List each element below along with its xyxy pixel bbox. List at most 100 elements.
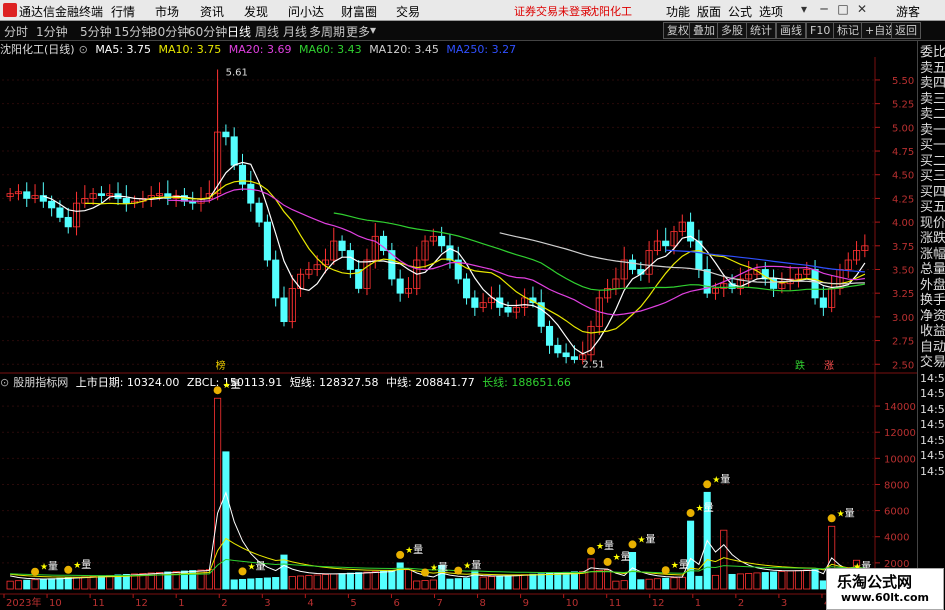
more-chevron-icon[interactable]: ▾ [370, 23, 376, 37]
volume-bar [214, 397, 222, 590]
star-icon: ★ [40, 563, 48, 573]
signal-label: 量 [621, 551, 631, 563]
tab-60min[interactable]: 60分钟 [188, 23, 227, 40]
rise-tag: 涨 [824, 360, 834, 372]
close-icon[interactable]: ✕ [855, 2, 869, 16]
price-tick-label: 4.75 [892, 147, 914, 158]
volume-bar [429, 579, 437, 590]
restore-icon[interactable]: □ [836, 2, 850, 16]
chart-canvas[interactable]: 5.50 5.25 5.00 4.75 4.50 4.25 4.00 3.75 3.50 3.25… [0, 57, 917, 609]
money-bag-icon [686, 509, 695, 518]
stock-name-label[interactable]: 沈阳化工(日线) [0, 43, 75, 56]
volume-bar [238, 578, 247, 590]
login-warning[interactable]: 证券交易未登录 [514, 3, 591, 19]
tab-more[interactable]: 更多 [346, 23, 370, 40]
candle-body [338, 240, 346, 251]
signal-label: 量 [48, 561, 58, 573]
low-label: 2.51 [582, 359, 604, 370]
tab-30min[interactable]: 30分钟 [150, 23, 189, 40]
volume-bar [612, 580, 620, 590]
time-tick-label: 12 [135, 598, 148, 609]
tab-5min[interactable]: 5分钟 [80, 23, 112, 40]
menu-news[interactable]: 资讯 [200, 3, 224, 20]
draw-button[interactable]: 画线 [776, 22, 806, 39]
menu-trade[interactable]: 交易 [396, 3, 420, 20]
volume-bar [14, 580, 22, 590]
menu-exchange[interactable]: 市场 [155, 3, 179, 20]
tab-multi-period[interactable]: 多周期 [309, 23, 345, 40]
quote-label: 涨跌 [920, 231, 945, 246]
quote-label: 卖一 [920, 122, 945, 138]
star-icon: ★ [712, 475, 720, 485]
guest-label[interactable]: 游客 [896, 3, 920, 20]
volume-bar [778, 571, 786, 590]
star-icon: ★ [638, 535, 646, 545]
stock-tag: 沈阳化工 [588, 5, 632, 18]
star-icon: ★ [247, 562, 255, 572]
volume-bar [512, 574, 520, 590]
candle-body [280, 297, 288, 323]
volume-bar [421, 580, 429, 590]
signal-label: 量 [231, 379, 241, 391]
volume-bar [620, 580, 628, 590]
stats-button[interactable]: 统计 [746, 22, 776, 39]
price-tick-label: 2.50 [892, 360, 914, 371]
volume-bar [396, 562, 404, 590]
menu-ask[interactable]: 问小达 [288, 3, 324, 20]
overlay-button[interactable]: 叠加 [689, 22, 719, 39]
quote-label: 净资 [920, 308, 945, 324]
menu-options[interactable]: 选项 [759, 3, 783, 20]
quote-label: 外盘 [920, 277, 945, 293]
tab-monthly[interactable]: 月线 [283, 23, 307, 40]
menu-formula[interactable]: 公式 [728, 3, 752, 20]
volume-bar [380, 570, 388, 590]
volume-bar [6, 580, 14, 590]
money-bag-icon [238, 567, 247, 576]
signal-label: 量 [255, 560, 265, 572]
multi-stock-button[interactable]: 多股 [717, 22, 747, 39]
candle-body [346, 250, 354, 270]
money-bag-icon [661, 566, 670, 575]
volume-bar [529, 573, 537, 590]
star-icon: ★ [405, 546, 413, 556]
volume-bar [305, 575, 313, 590]
menu-layout[interactable]: 版面 [697, 3, 721, 20]
volume-bar [23, 579, 31, 590]
f10-button[interactable]: F10 [806, 22, 835, 39]
volume-bar [338, 573, 346, 590]
volume-bar [346, 572, 354, 590]
volume-bar [670, 577, 678, 590]
volume-bar [637, 579, 645, 590]
ma250-label: MA250: 3.27 [446, 43, 517, 56]
back-button[interactable]: 返回 [891, 22, 921, 39]
signal-label: 量 [720, 473, 730, 485]
ma-line [43, 161, 866, 355]
ma60-label: MA60: 3.43 [298, 43, 362, 56]
volume-tick-label: 6000 [884, 507, 909, 518]
tab-15min[interactable]: 15分钟 [114, 23, 153, 40]
tab-intraday[interactable]: 分时 [4, 23, 28, 40]
star-icon: ★ [430, 564, 438, 574]
legend-toggle-icon[interactable]: ⊙ [79, 43, 88, 56]
mark-button[interactable]: 标记 [833, 22, 863, 39]
dropdown-icon[interactable]: ▾ [797, 2, 811, 16]
quote-label: 换手 [920, 293, 945, 308]
ma5-label: MA5: 3.75 [95, 43, 152, 56]
tab-1min[interactable]: 1分钟 [36, 23, 68, 40]
minimize-icon[interactable]: ─ [817, 2, 831, 16]
quote-label: 卖四 [920, 76, 945, 91]
menu-function[interactable]: 功能 [666, 3, 690, 20]
volume-bar [297, 575, 305, 590]
menu-wealth[interactable]: 财富圈 [341, 3, 377, 20]
tab-weekly[interactable]: 周线 [255, 23, 279, 40]
volume-tick-label: 4000 [884, 533, 909, 544]
menu-discover[interactable]: 发现 [244, 3, 268, 20]
volume-bar [662, 577, 670, 590]
volume-bar [363, 571, 371, 590]
menu-market[interactable]: 行情 [111, 3, 135, 20]
star-icon: ★ [696, 504, 704, 514]
tab-daily[interactable]: 日线 [227, 23, 251, 40]
money-bag-icon [31, 567, 40, 576]
quote-label: 14:56 [920, 464, 945, 478]
volume-bar [604, 569, 612, 590]
